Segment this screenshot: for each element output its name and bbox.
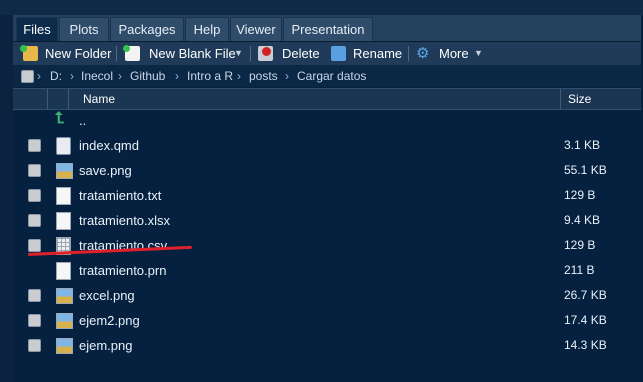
- files-toolbar: New Folder New Blank File ▼ Delete Renam…: [13, 42, 641, 66]
- file-name-link[interactable]: excel.png: [79, 283, 135, 308]
- chevron-right-icon: ›: [285, 69, 289, 83]
- chevron-down-icon: ▼: [234, 48, 243, 58]
- image-file-icon: [56, 313, 73, 329]
- file-name-link[interactable]: ejem.png: [79, 333, 132, 358]
- image-file-icon: [56, 163, 73, 179]
- column-header-size[interactable]: Size: [568, 89, 591, 109]
- chevron-right-icon: ›: [175, 69, 179, 83]
- file-size: 55.1 KB: [564, 163, 607, 177]
- file-size: 211 B: [564, 263, 595, 277]
- file-size: 129 B: [564, 188, 596, 202]
- file-row[interactable]: ejem2.png 17.4 KB: [13, 308, 641, 333]
- red-x-badge-icon: [262, 47, 271, 56]
- plus-badge-icon: [123, 45, 130, 52]
- row-checkbox[interactable]: [28, 164, 41, 177]
- file-row[interactable]: save.png 55.1 KB: [13, 158, 641, 183]
- file-row[interactable]: tratamiento.prn 211 B: [13, 258, 641, 283]
- image-file-icon: [56, 338, 73, 354]
- breadcrumb-item[interactable]: Inecol: [81, 65, 113, 87]
- file-name-link[interactable]: index.qmd: [79, 133, 139, 158]
- file-name-link[interactable]: tratamiento.txt: [79, 183, 161, 208]
- toolbar-separator: [116, 46, 117, 61]
- file-row[interactable]: tratamiento.csv 129 B: [13, 233, 641, 258]
- file-size: 17.4 KB: [564, 313, 607, 327]
- file-size: 26.7 KB: [564, 288, 607, 302]
- chevron-right-icon: ›: [118, 69, 122, 83]
- breadcrumb-item[interactable]: D:: [50, 65, 62, 87]
- file-name-link[interactable]: tratamiento.csv: [79, 233, 167, 258]
- more-label: More: [439, 46, 469, 61]
- qmd-file-icon: [56, 137, 71, 155]
- file-row[interactable]: tratamiento.txt 129 B: [13, 183, 641, 208]
- text-file-icon: [56, 187, 71, 205]
- new-folder-label: New Folder: [45, 46, 112, 61]
- row-checkbox[interactable]: [28, 214, 41, 227]
- plus-badge-icon: [20, 45, 27, 52]
- file-name-link[interactable]: tratamiento.prn: [79, 258, 166, 283]
- toolbar-separator: [408, 46, 409, 61]
- breadcrumb: › D: › Inecol › Github › Intro a R › pos…: [13, 65, 641, 87]
- parent-directory-row[interactable]: ⮤ ..: [13, 108, 641, 133]
- file-name-link[interactable]: ejem2.png: [79, 308, 140, 333]
- file-size: 3.1 KB: [564, 138, 601, 152]
- column-header-name[interactable]: Name: [83, 89, 115, 109]
- breadcrumb-item-current[interactable]: Cargar datos: [297, 65, 366, 87]
- text-file-icon: [56, 212, 71, 230]
- breadcrumb-item[interactable]: posts: [249, 65, 278, 87]
- file-row[interactable]: ejem.png 14.3 KB: [13, 333, 641, 358]
- tab-help[interactable]: Help: [185, 17, 229, 41]
- file-name-link[interactable]: save.png: [79, 158, 132, 183]
- column-divider: [560, 89, 561, 109]
- row-checkbox[interactable]: [28, 289, 41, 302]
- file-row[interactable]: index.qmd 3.1 KB: [13, 133, 641, 158]
- chevron-down-icon: ▼: [474, 48, 483, 58]
- tab-viewer[interactable]: Viewer: [230, 17, 282, 41]
- pane-left-gutter: [0, 15, 13, 382]
- parent-directory-link[interactable]: ..: [79, 108, 86, 133]
- column-divider: [47, 89, 48, 109]
- tab-plots[interactable]: Plots: [59, 17, 109, 41]
- file-row[interactable]: tratamiento.xlsx 9.4 KB: [13, 208, 641, 233]
- column-divider: [68, 89, 69, 109]
- select-all-checkbox[interactable]: [21, 70, 34, 83]
- file-row[interactable]: excel.png 26.7 KB: [13, 283, 641, 308]
- row-checkbox[interactable]: [28, 139, 41, 152]
- file-size: 14.3 KB: [564, 338, 607, 352]
- breadcrumb-item[interactable]: Intro a R: [187, 65, 233, 87]
- rename-label: Rename: [353, 46, 403, 61]
- row-checkbox[interactable]: [28, 239, 41, 252]
- row-checkbox[interactable]: [28, 339, 41, 352]
- new-blank-file-label: New Blank File: [149, 46, 236, 61]
- tab-packages[interactable]: Packages: [110, 17, 184, 41]
- chevron-right-icon: ›: [70, 69, 74, 83]
- toolbar-separator: [250, 46, 251, 61]
- row-checkbox[interactable]: [28, 189, 41, 202]
- chevron-right-icon: ›: [237, 69, 241, 83]
- up-arrow-icon: ⮤: [55, 110, 65, 127]
- file-list-header: Name Size: [13, 88, 641, 110]
- tab-presentation[interactable]: Presentation: [283, 17, 373, 41]
- text-file-icon: [56, 262, 71, 280]
- file-name-link[interactable]: tratamiento.xlsx: [79, 208, 170, 233]
- file-size: 9.4 KB: [564, 213, 601, 227]
- gear-icon: ⚙: [416, 45, 430, 62]
- tab-files[interactable]: Files: [16, 17, 58, 41]
- file-size: 129 B: [564, 238, 596, 252]
- rename-icon: [331, 46, 346, 61]
- chevron-right-icon: ›: [37, 69, 41, 83]
- pane-tab-bar: Files Plots Packages Help Viewer Present…: [13, 15, 641, 42]
- image-file-icon: [56, 288, 73, 304]
- delete-label: Delete: [282, 46, 320, 61]
- row-checkbox[interactable]: [28, 314, 41, 327]
- breadcrumb-item[interactable]: Github: [130, 65, 165, 87]
- pane-top-strip: [0, 0, 643, 15]
